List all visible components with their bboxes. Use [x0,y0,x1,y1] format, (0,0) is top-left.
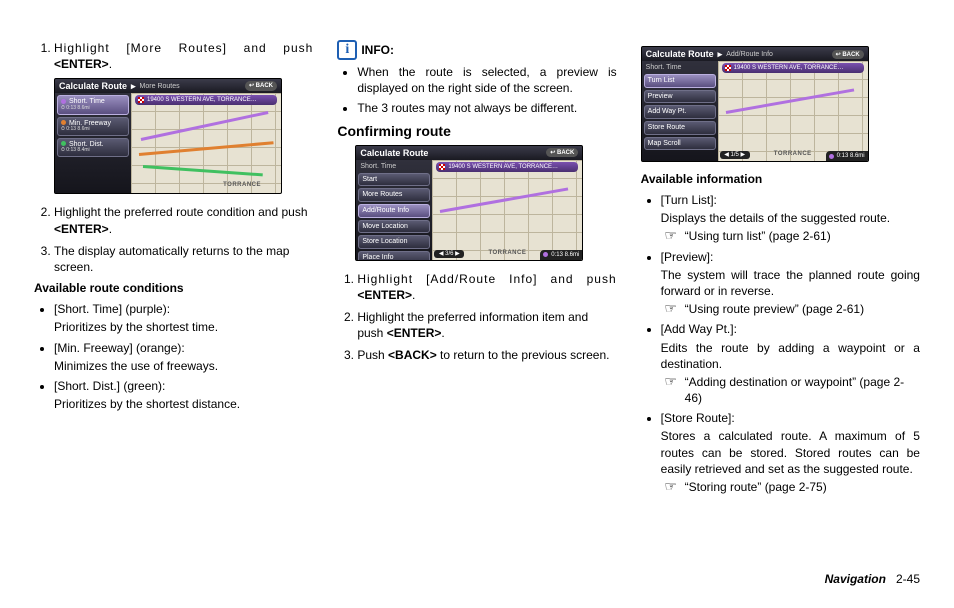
conditions-list: [Short. Time] (purple):Prioritizes by th… [34,301,313,412]
step-3: The display automatically returns to the… [54,243,313,275]
step-2: Highlight the preferred route condition … [54,204,313,236]
steps-list-col1: Highlight [More Routes] and push <ENTER>… [34,40,313,275]
info-heading: i INFO: [337,40,616,60]
available-information-list: [Turn List]: Displays the details of the… [641,192,920,495]
screenshot-calculate-route: Calculate Route ↩ BACK Short. Time Start… [355,145,583,261]
available-information-heading: Available information [641,172,920,186]
steps-list-col2: Highlight [Add/Route Info] and push <ENT… [337,271,616,364]
shot1-sidepanel: Short. Time⏱ 0:13 8.6mi Min. Freeway⏱ 0:… [55,93,131,193]
column-3: Calculate Route▸ Add/Route Info ↩ BACK S… [641,40,920,578]
footer-section: Navigation [825,572,886,586]
available-conditions-heading: Available route conditions [34,281,313,295]
step-1: Highlight [More Routes] and push <ENTER>… [54,40,313,194]
shot1-title: Calculate Route [59,80,127,92]
info-bullets: When the route is selected, a preview is… [337,64,616,117]
column-2: i INFO: When the route is selected, a pr… [337,40,616,578]
step-1-key: <ENTER> [54,57,109,71]
shot1-back: ↩ BACK [245,81,277,91]
step-1-text: Highlight [More Routes] and push [54,41,313,55]
page-footer: Navigation 2-45 [825,572,920,586]
reference-icon: ☞ [661,479,681,493]
column-1: Highlight [More Routes] and push <ENTER>… [34,40,313,578]
reference-icon: ☞ [661,228,681,242]
confirming-route-heading: Confirming route [337,123,616,139]
shot1-crumb: More Routes [140,82,180,91]
footer-page-number: 2-45 [896,572,920,586]
screenshot-add-route-info: Calculate Route▸ Add/Route Info ↩ BACK S… [641,46,869,162]
reference-icon: ☞ [661,301,681,315]
info-label: INFO: [361,43,394,57]
reference-icon: ☞ [661,374,681,388]
screenshot-more-routes: Calculate Route ▸ More Routes ↩ BACK Sho… [54,78,282,194]
info-icon: i [337,40,357,60]
